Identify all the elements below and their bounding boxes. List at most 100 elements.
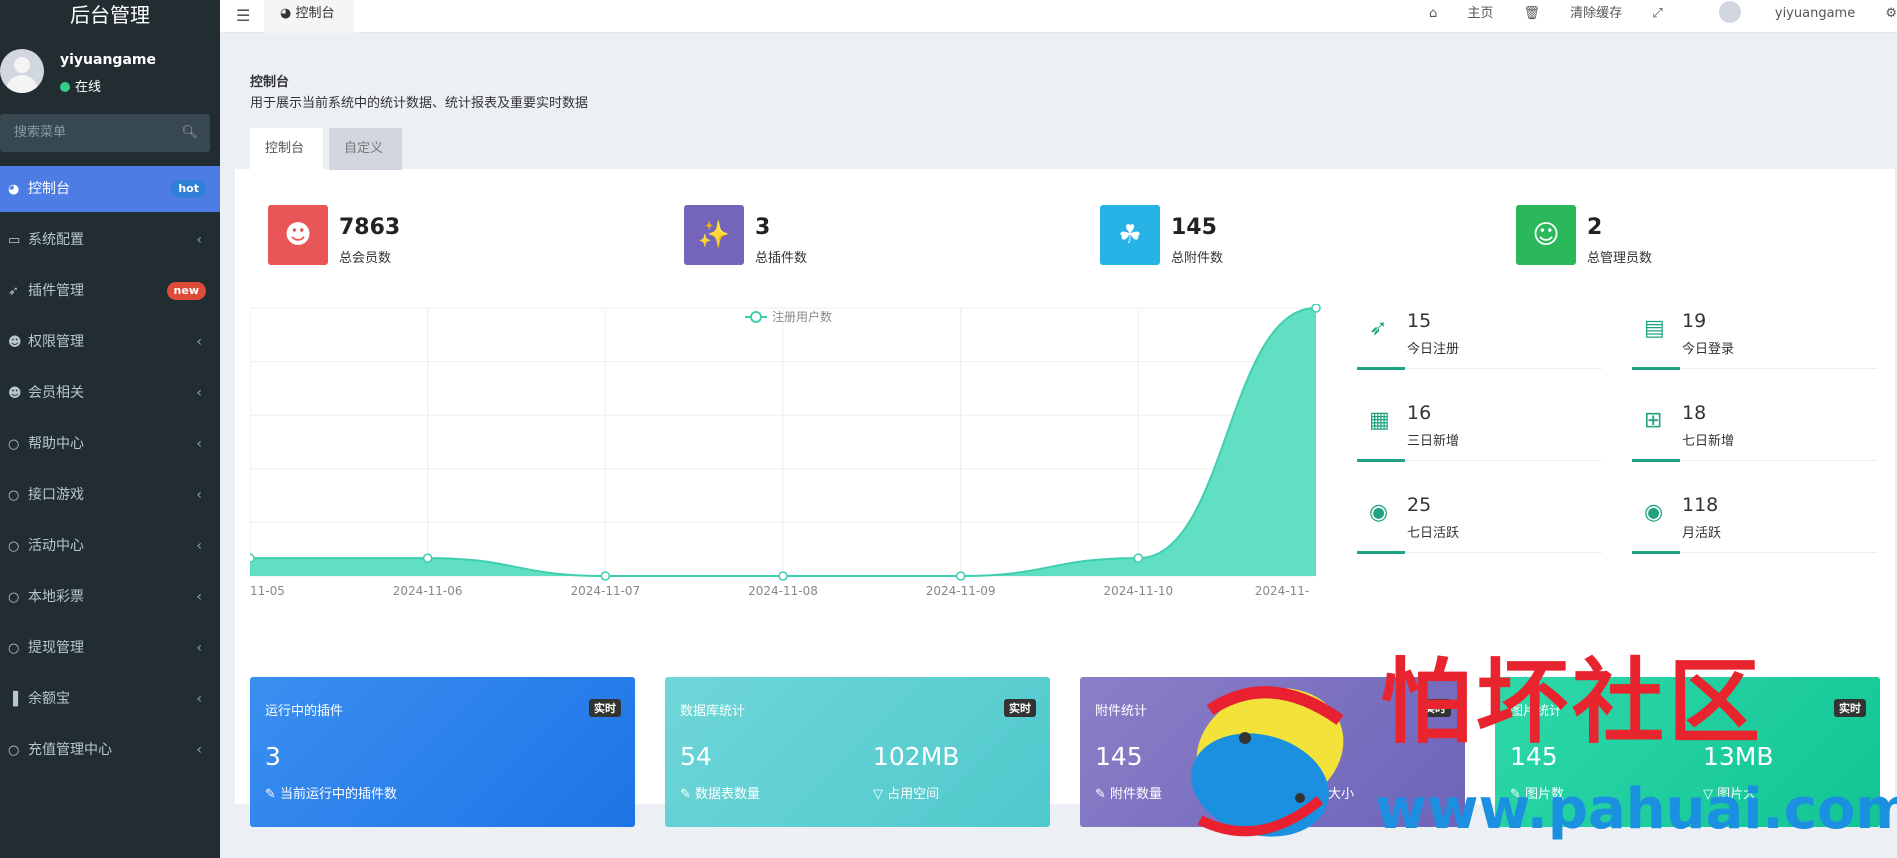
sidebar-item[interactable]: ☻ 权限管理 ‹: [0, 319, 220, 370]
mini-stat-value: 15: [1407, 310, 1432, 332]
card-label-secondary: ▽ 占用空间: [873, 787, 940, 802]
card-label: ✎ 数据表数量: [680, 787, 761, 802]
card-value: 3: [265, 742, 281, 771]
accent-bar: [1632, 459, 1680, 462]
sidebar-item-label: 插件管理: [28, 283, 84, 299]
realtime-badge: 实时: [589, 699, 621, 717]
menu-toggle-icon[interactable]: ☰: [236, 6, 250, 25]
circle-icon: ○: [8, 743, 20, 758]
circle-icon: ○: [8, 437, 20, 452]
circle-icon: ○: [8, 539, 20, 554]
accent-bar: [1632, 551, 1680, 554]
mini-stat-value: 18: [1682, 402, 1707, 424]
menu-badge: new: [166, 282, 206, 300]
accent-bar: [1357, 551, 1405, 554]
sidebar-item[interactable]: ○ 本地彩票 ‹: [0, 574, 220, 625]
sidebar-item-label: 接口游戏: [28, 487, 84, 503]
online-dot-icon: [60, 82, 70, 92]
sidebar-item-label: 帮助中心: [28, 436, 84, 452]
sidebar-username: yiyuangame: [60, 52, 156, 68]
menu-badge: hot: [171, 180, 206, 198]
card-value-secondary: 102MB: [873, 742, 960, 771]
sidebar-item[interactable]: ○ 充值管理中心 ‹: [0, 727, 220, 778]
chevron-left-icon: ‹: [196, 487, 202, 503]
sidebar-item[interactable]: ☻ 会员相关 ‹: [0, 370, 220, 421]
card-value-secondary: 3: [1288, 742, 1304, 771]
mini-stat-label: 七日活跃: [1407, 526, 1460, 541]
data-point[interactable]: [1133, 553, 1144, 563]
x-tick-label: 2024-11-10: [1103, 584, 1173, 598]
x-tick-label: 2024-11-: [1255, 584, 1309, 598]
sidebar-item[interactable]: ➶ 插件管理 new: [0, 268, 220, 319]
card-label: ✎ 附件数量: [1095, 787, 1163, 802]
mini-stat: ▦ 16 三日新增: [1357, 396, 1602, 476]
data-point[interactable]: [778, 571, 788, 581]
stat-label: 总插件数: [755, 251, 808, 266]
chart-legend[interactable]: 注册用户数: [745, 309, 832, 324]
dashboard-icon: ◕: [8, 182, 20, 197]
data-point[interactable]: [955, 571, 966, 581]
watermark-url: www.pahuai.com: [1375, 777, 1897, 842]
user-circle-icon: ◉: [1369, 500, 1389, 525]
user-icon: ☺: [1516, 205, 1576, 265]
id-card-icon: ▤: [1644, 316, 1665, 341]
sidebar-item[interactable]: ○ 帮助中心 ‹: [0, 421, 220, 472]
circle-icon: ○: [8, 488, 20, 503]
magic-wand-icon: ✨: [684, 205, 744, 265]
desktop-icon: ▭: [8, 233, 21, 248]
realtime-badge: 实时: [1004, 699, 1036, 717]
mini-stat-label: 三日新增: [1407, 434, 1460, 449]
mini-stat-label: 七日新增: [1682, 434, 1735, 449]
sidebar-item[interactable]: ○ 提现管理 ‹: [0, 625, 220, 676]
sidebar-item-label: 权限管理: [28, 334, 84, 350]
rocket-icon: ➶: [1369, 316, 1388, 341]
page-description: 用于展示当前系统中的统计数据、统计报表及重要实时数据: [250, 96, 589, 111]
accent-bar: [1357, 459, 1405, 462]
x-tick-label: 2024-11-09: [926, 584, 996, 598]
clear-cache-link[interactable]: 🗑︎ 清除缓存: [1524, 6, 1623, 21]
realtime-badge: 实时: [1834, 699, 1866, 717]
sidebar-item[interactable]: ○ 接口游戏 ‹: [0, 472, 220, 523]
mini-stat: ➶ 15 今日注册: [1357, 304, 1602, 384]
topbar: ☰ ◕ 控制台 ⌂ 主页 🗑︎ 清除缓存 ⤢ yiyuangame ⚙: [220, 0, 1897, 33]
data-point[interactable]: [600, 571, 611, 581]
settings-icon[interactable]: ⚙: [1885, 6, 1897, 21]
watermark-text: 怕坏社区: [1380, 649, 1765, 756]
tab-dashboard[interactable]: 控制台: [250, 128, 323, 170]
data-point[interactable]: [1311, 304, 1321, 313]
sidebar-item-label: 活动中心: [28, 538, 84, 554]
tab-dashboard[interactable]: ◕ 控制台: [264, 0, 354, 33]
stat-label: 总管理员数: [1587, 251, 1653, 266]
online-status: 在线: [60, 76, 101, 95]
chevron-left-icon: ‹: [196, 334, 202, 350]
x-tick-label: 2024-11-07: [570, 584, 640, 598]
avatar: [1718, 1, 1741, 23]
stat-card: 运行中的插件 实时 3 ✎ 当前运行中的插件数: [250, 677, 635, 827]
user-menu[interactable]: yiyuangame: [1693, 1, 1855, 23]
fullscreen-icon[interactable]: ⤢: [1652, 6, 1662, 21]
stat-value: 7863: [339, 215, 401, 240]
chevron-left-icon: ‹: [196, 589, 202, 605]
sidebar-item[interactable]: ◕ 控制台 hot: [0, 166, 220, 212]
search-icon[interactable]: 🔍︎: [181, 114, 198, 152]
user-circle-icon: ◉: [1644, 500, 1664, 525]
card-label: ✎ 当前运行中的插件数: [265, 787, 398, 802]
stat-card: 数据库统计 实时 54 ✎ 数据表数量 102MB ▽ 占用空间: [665, 677, 1050, 827]
search-input[interactable]: 搜索菜单 🔍︎: [0, 114, 210, 152]
chevron-left-icon: ‹: [196, 436, 202, 452]
registration-chart: 11-05 2024-11-06 2024-11-07 2024-11-08 2024-…: [250, 304, 1321, 598]
chevron-left-icon: ‹: [196, 385, 202, 401]
card-title: 运行中的插件: [265, 704, 344, 719]
sidebar-item[interactable]: ○ 活动中心 ‹: [0, 523, 220, 574]
sidebar-menu: ◕ 控制台 hot ▭ 系统配置 ‹ ➶ 插件管理 new ☻ 权限管理 ‹ ☻ 会员相关 ‹ ○ 帮助中心 ‹ ○…: [0, 166, 220, 778]
sidebar-item[interactable]: ▭ 系统配置 ‹: [0, 217, 220, 268]
data-point[interactable]: [250, 553, 255, 563]
data-point[interactable]: [422, 553, 433, 563]
mini-stat: ▤ 19 今日登录: [1632, 304, 1877, 384]
tab-custom[interactable]: 自定义: [329, 128, 402, 170]
mini-stat-value: 25: [1407, 494, 1432, 516]
home-link[interactable]: ⌂ 主页: [1429, 6, 1493, 21]
sidebar-item[interactable]: ▐ 余额宝 ‹: [0, 676, 220, 727]
mini-stat: ◉ 118 月活跃: [1632, 488, 1877, 568]
circle-icon: ○: [8, 641, 20, 656]
